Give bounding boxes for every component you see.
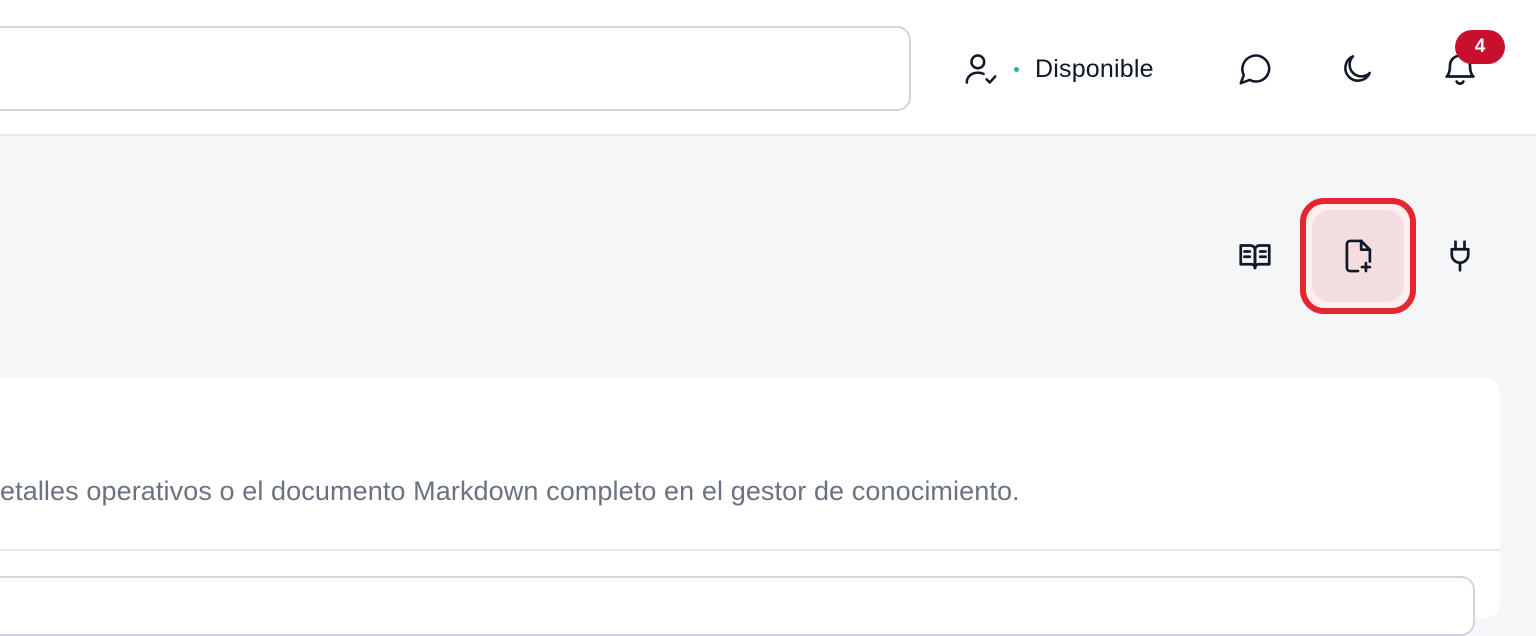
integrations-button[interactable] (1431, 227, 1489, 285)
availability-status[interactable]: Disponible (962, 48, 1154, 90)
documentation-button[interactable] (1226, 227, 1284, 285)
plug-icon (1450, 240, 1470, 272)
status-label: Disponible (1035, 54, 1154, 83)
divider (0, 549, 1500, 551)
chat-button[interactable] (1227, 41, 1283, 97)
notification-count-badge: 4 (1455, 30, 1505, 64)
message-circle-icon (1239, 54, 1271, 85)
card-input-field[interactable] (0, 576, 1475, 636)
card-description: etalles operativos o el documento Markdo… (0, 476, 1020, 506)
status-dot (1014, 66, 1019, 72)
user-check-icon (965, 54, 997, 84)
search-input[interactable] (0, 26, 911, 111)
new-document-button-hover (1312, 210, 1404, 302)
new-document-button[interactable] (1300, 198, 1416, 314)
file-plus-icon (1345, 239, 1372, 273)
book-open-icon (1239, 244, 1271, 270)
theme-toggle-button[interactable] (1329, 41, 1385, 97)
top-header: Disponible 4 (0, 0, 1536, 136)
moon-icon (1344, 55, 1371, 82)
